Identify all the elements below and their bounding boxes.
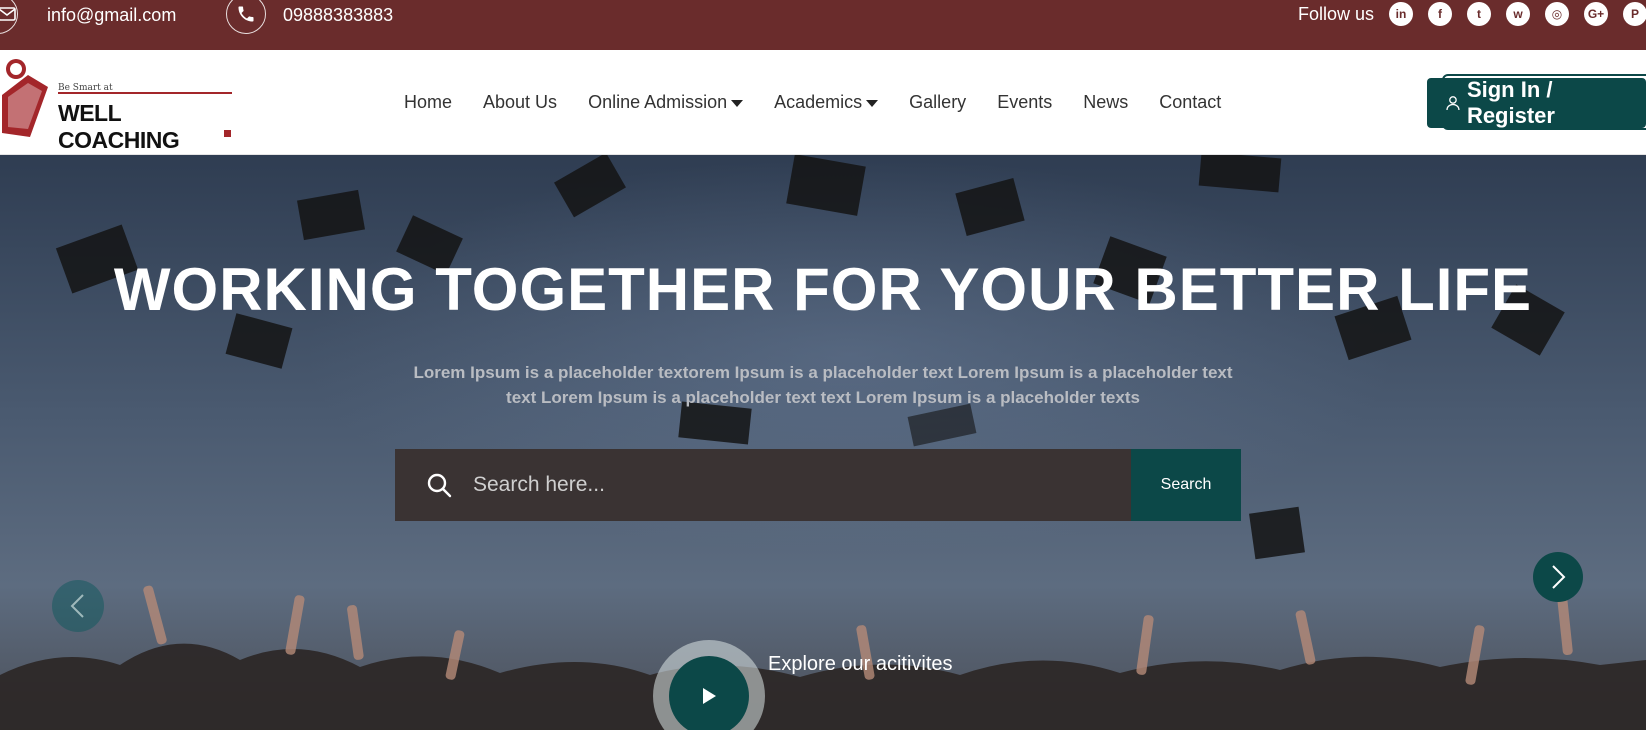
signin-register-button[interactable]: Sign In / Register bbox=[1427, 77, 1646, 128]
search-button[interactable]: Search bbox=[1131, 449, 1241, 521]
site-header: Be Smart at WELL COACHING Home About Us … bbox=[0, 50, 1646, 155]
instagram-icon[interactable]: ◎ bbox=[1545, 2, 1569, 26]
nav-events-label: Events bbox=[997, 92, 1053, 112]
play-icon bbox=[703, 688, 716, 704]
caret-down-icon bbox=[731, 100, 744, 107]
site-logo[interactable]: Be Smart at WELL COACHING bbox=[0, 55, 240, 153]
linkedin-icon[interactable]: in bbox=[1389, 2, 1413, 26]
nav-academics[interactable]: Academics bbox=[774, 92, 879, 113]
nav-home-label: Home bbox=[404, 92, 453, 112]
carousel-next-button[interactable] bbox=[1533, 552, 1583, 602]
nav-contact-label: Contact bbox=[1159, 92, 1222, 112]
twitter-icon[interactable]: t bbox=[1467, 2, 1491, 26]
hero-search-box: Search bbox=[395, 449, 1241, 521]
user-icon bbox=[1446, 96, 1460, 111]
social-links: in f t w ◎ G+ P bbox=[1389, 2, 1646, 26]
main-nav: Home About Us Online Admission Academics… bbox=[404, 50, 1252, 155]
email-icon bbox=[0, 0, 18, 34]
crowd-silhouette bbox=[0, 585, 1646, 730]
contact-email[interactable]: info@gmail.com bbox=[47, 0, 176, 30]
chevron-right-icon bbox=[1552, 565, 1566, 589]
nav-contact[interactable]: Contact bbox=[1159, 92, 1221, 113]
play-video-button[interactable] bbox=[669, 656, 749, 730]
follow-us-label: Follow us bbox=[1298, 3, 1375, 24]
nav-gallery[interactable]: Gallery bbox=[909, 92, 966, 113]
nav-about-us-label: About Us bbox=[483, 92, 558, 112]
explore-activities-link[interactable]: Explore our acitivites bbox=[768, 653, 953, 676]
nav-online-admission-label: Online Admission bbox=[588, 92, 728, 112]
pinterest-icon[interactable]: P bbox=[1623, 2, 1646, 26]
chevron-left-icon bbox=[70, 594, 84, 618]
google-plus-icon[interactable]: G+ bbox=[1584, 2, 1608, 26]
nav-events[interactable]: Events bbox=[997, 92, 1052, 113]
nav-news-label: News bbox=[1083, 92, 1129, 112]
nav-news[interactable]: News bbox=[1083, 92, 1128, 113]
hero-subtitle-line2: text Lorem Ipsum is a placeholder text t… bbox=[506, 388, 1140, 407]
hero-title: WORKING TOGETHER FOR YOUR BETTER LIFE bbox=[113, 256, 1533, 323]
nav-home[interactable]: Home bbox=[404, 92, 452, 113]
hero-subtitle: Lorem Ipsum is a placeholder textorem Ip… bbox=[380, 360, 1266, 410]
search-input[interactable] bbox=[473, 465, 1113, 505]
nav-about-us[interactable]: About Us bbox=[483, 92, 557, 113]
contact-phone[interactable]: 09888383883 bbox=[283, 0, 393, 30]
logo-tagline: Be Smart at bbox=[58, 83, 113, 93]
logo-name: WELL COACHING bbox=[58, 100, 180, 153]
nav-online-admission[interactable]: Online Admission bbox=[588, 92, 744, 113]
top-bar: info@gmail.com 09888383883 Follow us in … bbox=[0, 0, 1646, 50]
caret-down-icon bbox=[866, 100, 879, 107]
hero-subtitle-line1: Lorem Ipsum is a placeholder textorem Ip… bbox=[413, 363, 1233, 382]
nav-academics-label: Academics bbox=[774, 92, 863, 112]
whatsapp-icon[interactable]: w bbox=[1506, 2, 1530, 26]
signin-register-label: Sign In / Register bbox=[1466, 77, 1555, 128]
facebook-icon[interactable]: f bbox=[1428, 2, 1452, 26]
carousel-prev-button[interactable] bbox=[52, 580, 104, 632]
nav-gallery-label: Gallery bbox=[909, 92, 967, 112]
search-icon bbox=[427, 473, 452, 498]
hero-banner: WORKING TOGETHER FOR YOUR BETTER LIFE Lo… bbox=[0, 155, 1646, 730]
phone-icon bbox=[226, 0, 266, 34]
